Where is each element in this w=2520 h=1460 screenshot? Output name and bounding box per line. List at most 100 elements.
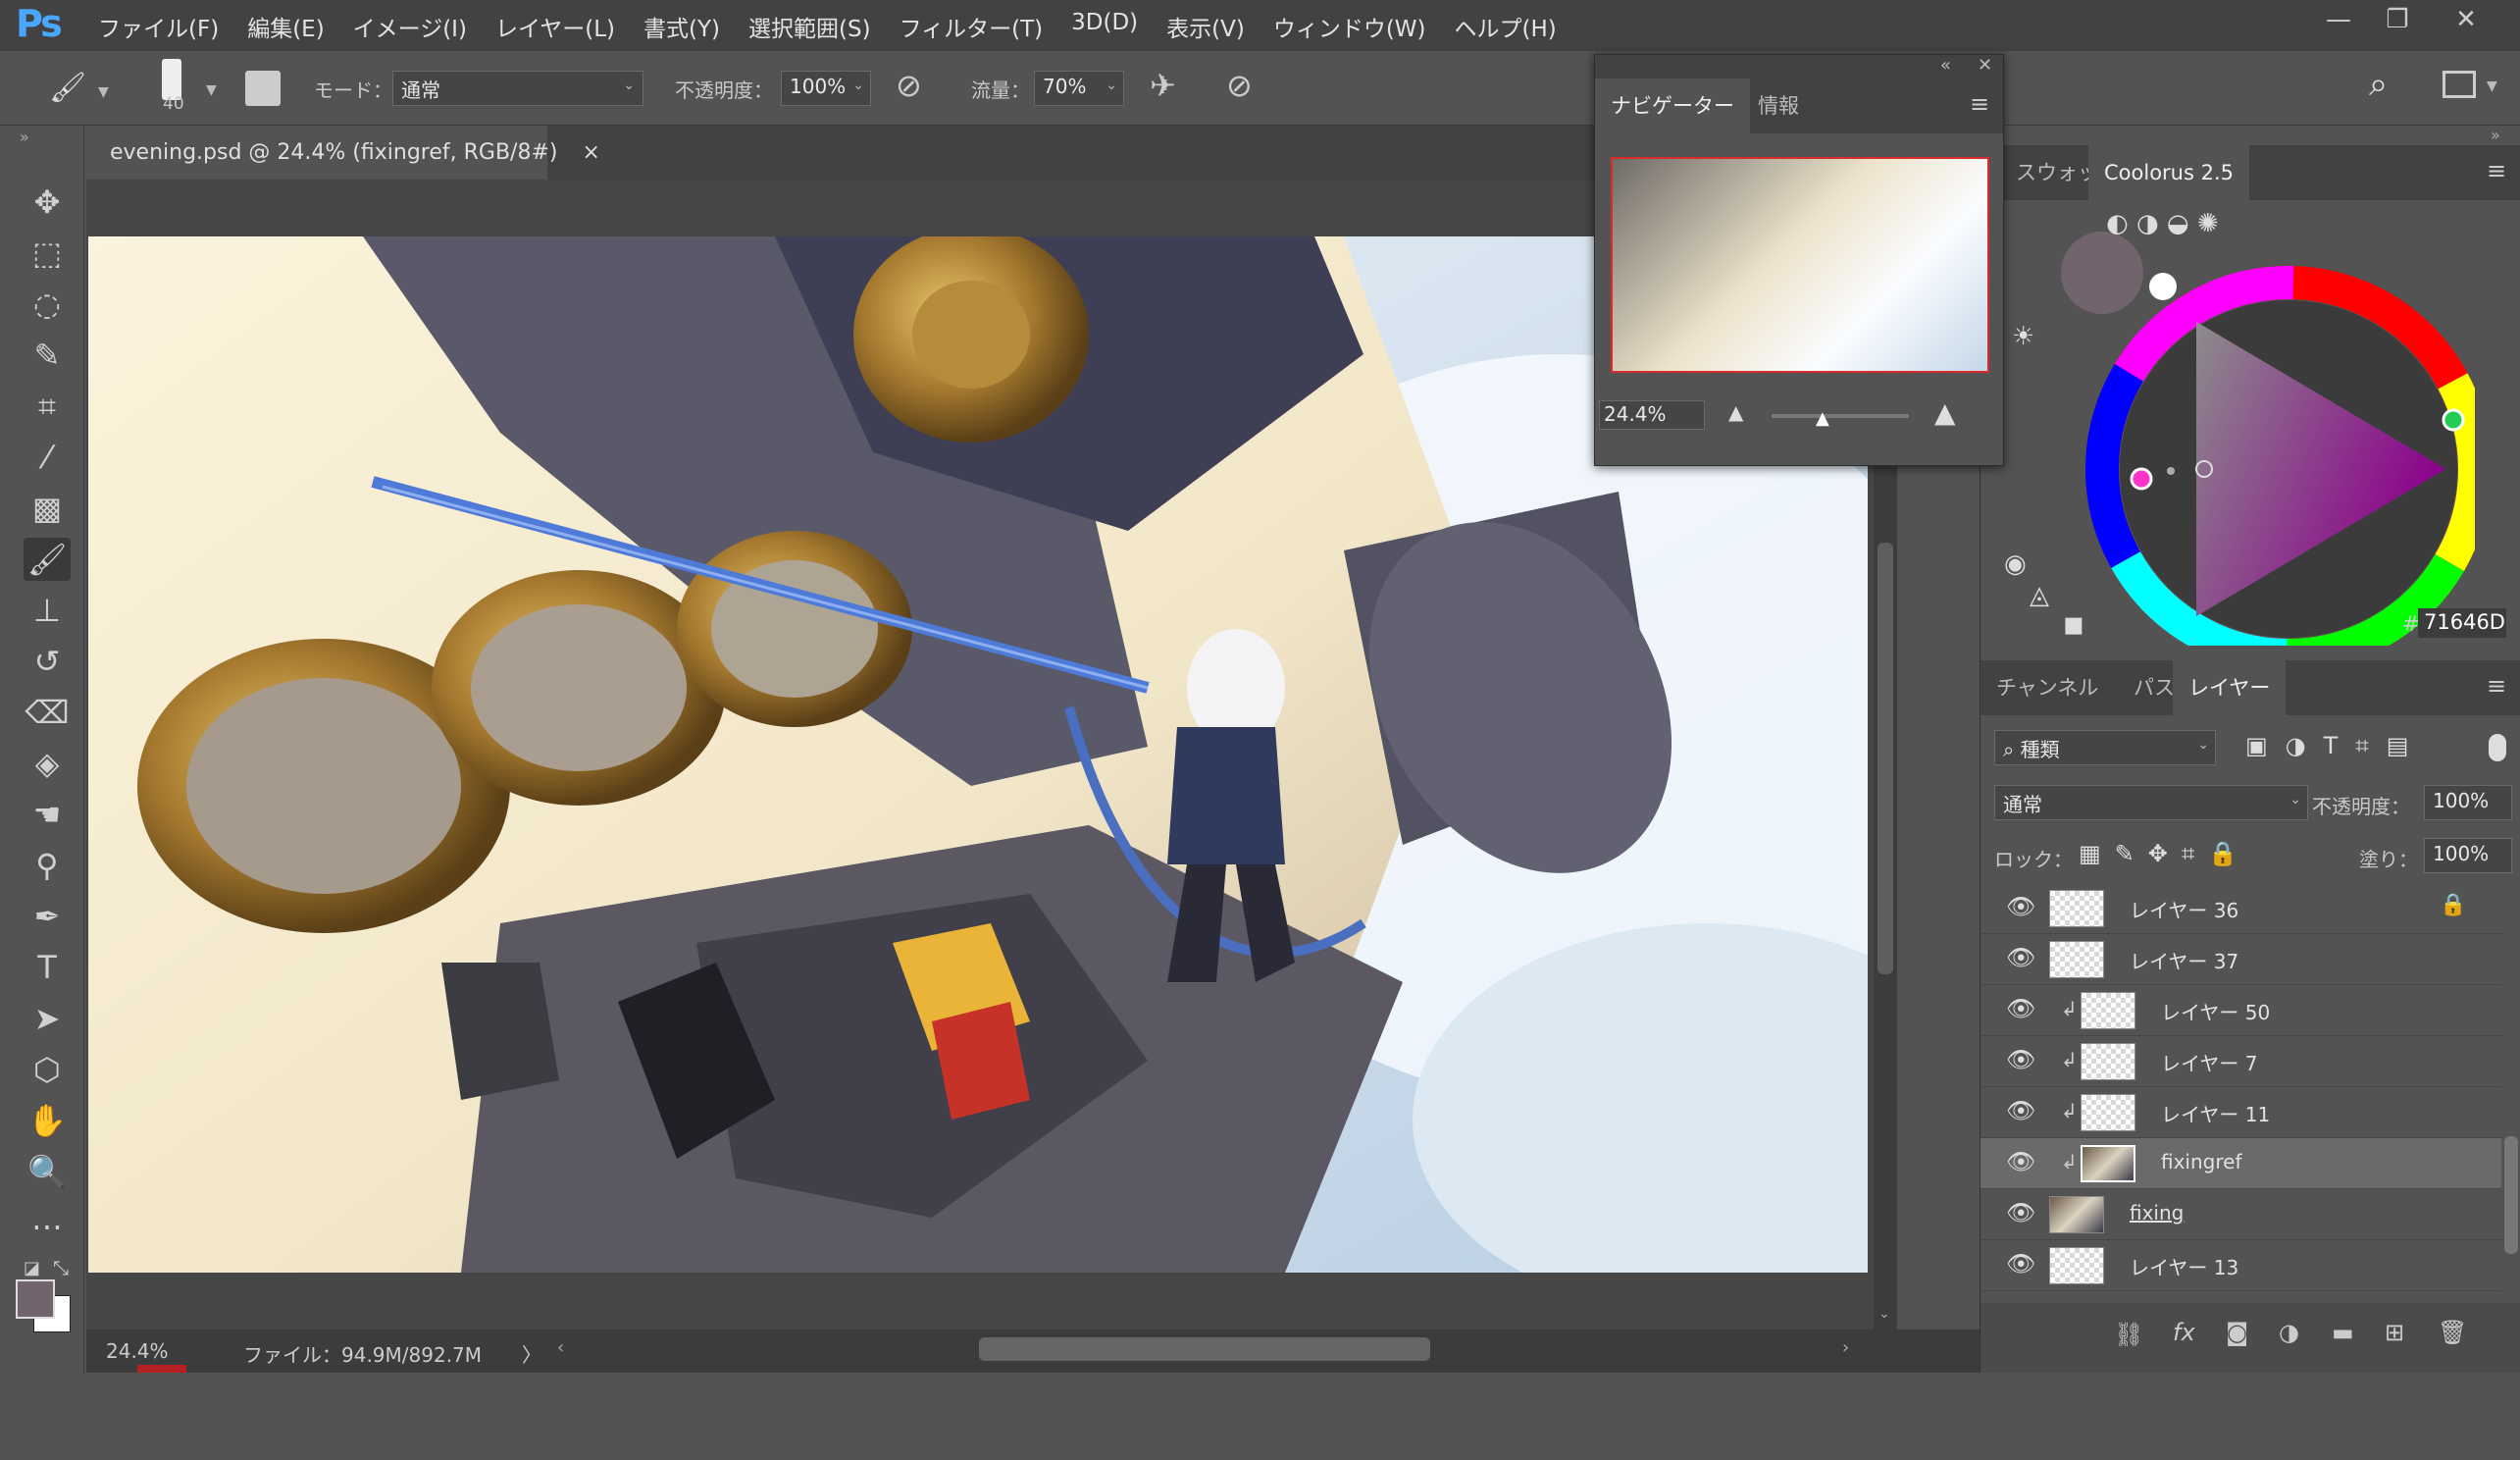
tab-channels[interactable]: チャンネル: [1980, 660, 2114, 715]
new-layer-icon[interactable]: ⊞: [2385, 1319, 2404, 1346]
layer-row[interactable]: 👁 ↲ レイヤー 11: [1980, 1087, 2501, 1138]
pen-tool-icon[interactable]: ✒: [24, 895, 71, 938]
scroll-down-icon[interactable]: ⌄: [1878, 1306, 1890, 1322]
fx-icon[interactable]: fx: [2173, 1319, 2195, 1346]
stamp-tool-icon[interactable]: ⊥: [24, 589, 71, 632]
close-tab-icon[interactable]: ×: [582, 140, 599, 165]
quick-select-tool-icon[interactable]: ✎: [24, 334, 71, 377]
tab-coolorus[interactable]: Coolorus 2.5: [2088, 145, 2249, 200]
add-mask-icon[interactable]: ◙: [2226, 1319, 2248, 1346]
status-zoom[interactable]: 24.4%: [106, 1339, 169, 1363]
visibility-eye-icon[interactable]: 👁: [2006, 1046, 2035, 1073]
paint-bucket-tool-icon[interactable]: ◈: [24, 742, 71, 785]
dodge-tool-icon[interactable]: ⚲: [24, 844, 71, 887]
pressure-opacity-icon[interactable]: ⊘: [896, 67, 922, 104]
menu-filter[interactable]: フィルター(T): [900, 10, 1044, 43]
workspace-chevron-icon[interactable]: ▼: [2487, 78, 2497, 94]
zoom-slider-thumb[interactable]: ▲: [1816, 408, 1829, 429]
brush-tool-icon[interactable]: 🖌: [49, 71, 86, 105]
zoom-in-icon[interactable]: ▲: [1934, 396, 1956, 429]
menu-help[interactable]: ヘルプ(H): [1455, 10, 1557, 43]
menu-type[interactable]: 書式(Y): [643, 10, 720, 43]
layer-filter-icons[interactable]: ▣◑T⌗▤: [2245, 732, 2426, 759]
eyedropper-tool-icon[interactable]: ⁄: [24, 436, 71, 479]
tab-layers[interactable]: レイヤー: [2173, 660, 2287, 715]
vertical-scroll-thumb[interactable]: [1877, 543, 1893, 974]
layer-filter-select[interactable]: ⌕ 種類 ⌄: [1994, 730, 2216, 765]
close-window-button[interactable]: ✕: [2437, 0, 2495, 39]
type-tool-icon[interactable]: T: [24, 946, 71, 989]
color-wheel[interactable]: [2043, 214, 2475, 646]
move-tool-icon[interactable]: ✥: [24, 181, 71, 224]
layer-row[interactable]: 👁 レイヤー 13: [1980, 1240, 2501, 1291]
shape-tool-icon[interactable]: ⬡: [24, 1048, 71, 1091]
layer-row[interactable]: 👁 fixing: [1980, 1189, 2501, 1240]
lock-icons[interactable]: ▦✎✥⌗🔒: [2079, 840, 2251, 867]
layers-scroll-thumb[interactable]: [2504, 1136, 2518, 1254]
foreground-color-swatch[interactable]: [16, 1279, 55, 1319]
visibility-eye-icon[interactable]: 👁: [2006, 1199, 2035, 1226]
visibility-eye-icon[interactable]: 👁: [2006, 1148, 2035, 1175]
menu-file[interactable]: ファイル(F): [98, 10, 219, 43]
wheel-preset-icons[interactable]: ◐ ◑ ◒ ✺: [2106, 209, 2219, 238]
search-icon[interactable]: ⌕: [2369, 65, 2388, 104]
layer-row[interactable]: 👁 ↲ レイヤー 50: [1980, 985, 2501, 1036]
layers-menu-icon[interactable]: ≡: [2487, 672, 2506, 700]
crop-tool-icon[interactable]: ⌗: [24, 385, 71, 428]
document-tab[interactable]: evening.psd @ 24.4% (fixingref, RGB/8#) …: [86, 126, 600, 180]
smudge-tool-icon[interactable]: ☚: [24, 793, 71, 836]
more-tools-icon[interactable]: ⋯: [24, 1205, 71, 1248]
status-menu-arrow[interactable]: 〉: [522, 1339, 541, 1368]
zoom-out-icon[interactable]: ▲: [1728, 400, 1743, 424]
navigator-menu-icon[interactable]: ≡: [1970, 90, 1989, 118]
navigator-zoom-field[interactable]: 24.4%: [1599, 400, 1705, 430]
delete-layer-icon[interactable]: 🗑: [2438, 1319, 2467, 1346]
sun-icon[interactable]: ☀: [2012, 322, 2034, 351]
layer-row[interactable]: 👁 レイヤー 36 🔒: [1980, 883, 2501, 934]
hand-tool-icon[interactable]: ✋: [24, 1099, 71, 1142]
visibility-eye-icon[interactable]: 👁: [2006, 944, 2035, 971]
triangle-mode-icon[interactable]: ◬: [2030, 581, 2049, 610]
menu-edit[interactable]: 編集(E): [247, 10, 324, 43]
zoom-slider-track[interactable]: [1772, 414, 1909, 418]
fill-field[interactable]: 100%: [2424, 838, 2512, 873]
airbrush-icon[interactable]: ✈: [1150, 67, 1176, 104]
horizontal-scroll-thumb[interactable]: [979, 1337, 1430, 1361]
close-panel-icon[interactable]: ✕: [1978, 55, 1992, 76]
menu-window[interactable]: ウィンドウ(W): [1273, 10, 1426, 43]
brush-settings-icon[interactable]: [245, 71, 281, 106]
menu-image[interactable]: イメージ(I): [353, 10, 467, 43]
collapse-panels-icon[interactable]: »: [2491, 126, 2500, 144]
default-colors-icon[interactable]: ◪: [24, 1258, 40, 1278]
hex-input[interactable]: 71646D: [2418, 608, 2506, 638]
scroll-right-icon[interactable]: ›: [1842, 1337, 1849, 1358]
opacity-field[interactable]: 100% ⌄: [781, 71, 871, 106]
healing-tool-icon[interactable]: ▩: [24, 487, 71, 530]
rgb-mode-icon[interactable]: ◉: [2004, 549, 2027, 579]
visibility-eye-icon[interactable]: 👁: [2006, 1097, 2035, 1124]
visibility-eye-icon[interactable]: 👁: [2006, 1250, 2035, 1278]
history-brush-tool-icon[interactable]: ↺: [24, 640, 71, 683]
eraser-tool-icon[interactable]: ⌫: [24, 691, 71, 734]
adjustment-layer-icon[interactable]: ◑: [2279, 1319, 2299, 1346]
menu-3d[interactable]: 3D(D): [1071, 10, 1138, 43]
square-mode-icon[interactable]: ◼: [2063, 610, 2084, 640]
collapse-icon[interactable]: «: [1940, 55, 1951, 76]
menu-select[interactable]: 選択範囲(S): [748, 10, 871, 43]
brush-tool-icon[interactable]: 🖌: [24, 538, 71, 581]
minimize-button[interactable]: —: [2309, 0, 2368, 39]
visibility-eye-icon[interactable]: 👁: [2006, 893, 2035, 920]
lasso-tool-icon[interactable]: ◌: [24, 283, 71, 326]
zoom-tool-icon[interactable]: 🔍: [24, 1150, 71, 1193]
flow-field[interactable]: 70% ⌄: [1034, 71, 1124, 106]
expand-toolbar-icon[interactable]: »: [20, 128, 29, 146]
restore-button[interactable]: ❐: [2368, 0, 2427, 39]
layer-row-selected[interactable]: 👁 ↲ fixingref: [1980, 1138, 2501, 1189]
menu-view[interactable]: 表示(V): [1166, 10, 1245, 43]
brush-preset-chevron-icon[interactable]: ▼: [206, 82, 217, 98]
tab-info[interactable]: 情報: [1742, 78, 1815, 133]
layer-row[interactable]: 👁 ↲ レイヤー 7: [1980, 1036, 2501, 1087]
workspace-icon[interactable]: [2443, 71, 2476, 98]
mode-select[interactable]: 通常 ⌄: [392, 71, 643, 106]
filter-toggle-icon[interactable]: [2489, 734, 2506, 761]
